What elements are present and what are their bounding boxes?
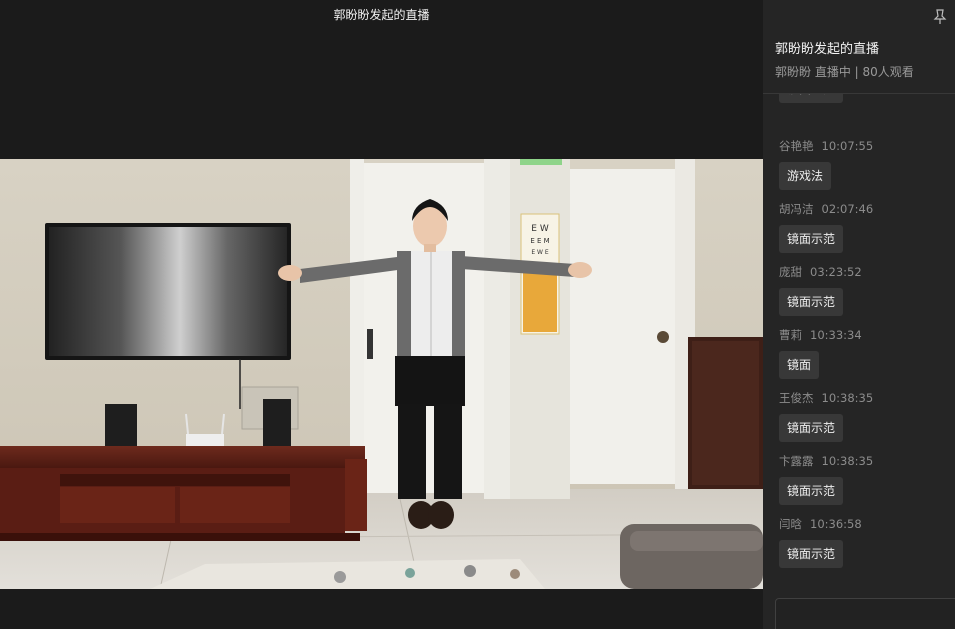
message-user: 闫晗: [779, 517, 802, 531]
chat-panel: 郭盼盼发起的直播 郭盼盼 直播中 | 80人观看 镜面示范 谷艳艳 10:07:5…: [763, 0, 955, 629]
list-item: 胡冯洁 02:07:46 镜面示范: [779, 202, 873, 253]
svg-text:E E M: E E M: [530, 237, 549, 245]
message-meta: 王俊杰 10:38:35: [779, 391, 873, 405]
pin-icon[interactable]: [933, 9, 947, 25]
message-user: 卞露露: [779, 454, 814, 468]
list-item: 曹莉 10:33:34 镜面: [779, 328, 862, 379]
message-list[interactable]: 镜面示范 谷艳艳 10:07:55 游戏法 胡冯洁 02:07:46 镜面示范 庞甜…: [763, 94, 955, 594]
live-video[interactable]: E W E E M E W E: [0, 159, 763, 589]
room-meta: 郭盼盼 直播中 | 80人观看: [775, 65, 914, 79]
message-bubble: 游戏法: [779, 162, 832, 190]
message-meta: 卞露露 10:38:35: [779, 454, 873, 468]
message-bubble: 镜面示范: [779, 94, 844, 103]
message-meta: 谷艳艳 10:07:55: [779, 139, 873, 153]
message-user: 谷艳艳: [779, 139, 814, 153]
message-user: 王俊杰: [779, 391, 814, 405]
video-bottom-bar: [0, 589, 763, 629]
message-time: 10:33:34: [810, 328, 862, 342]
room-title: 郭盼盼发起的直播: [775, 42, 880, 57]
eye-chart-letters: E W: [531, 224, 549, 234]
message-meta: 曹莉 10:33:34: [779, 328, 862, 342]
message-user: 胡冯洁: [779, 202, 814, 216]
message-bubble: 镜面示范: [779, 288, 844, 316]
message-bubble: 镜面示范: [779, 225, 844, 253]
message-user: 曹莉: [779, 328, 802, 342]
video-scene: E W E E M E W E: [0, 159, 763, 589]
message-time: 02:07:46: [821, 202, 874, 216]
message-bubble: 镜面: [779, 351, 820, 379]
message-user: 庞甜: [779, 265, 802, 279]
message-time: 10:38:35: [821, 391, 874, 405]
window-title: 郭盼盼发起的直播: [333, 8, 430, 22]
message-time: 10:36:58: [810, 517, 862, 531]
message-meta: 庞甜 03:23:52: [779, 265, 862, 279]
message-time: 10:38:35: [821, 454, 874, 468]
message-bubble: 镜面示范: [779, 414, 844, 442]
video-area: 郭盼盼发起的直播 E W E E M E W E: [0, 0, 763, 629]
list-item: 卞露露 10:38:35 镜面示范: [779, 454, 873, 505]
list-item: 王俊杰 10:38:35 镜面示范: [779, 391, 873, 442]
svg-text:E W E: E W E: [531, 249, 549, 256]
list-item: 谷艳艳 10:07:55 游戏法: [779, 139, 873, 190]
message-meta: 闫晗 10:36:58: [779, 517, 862, 531]
message-bubble: 镜面示范: [779, 477, 844, 505]
chat-input[interactable]: [775, 598, 955, 629]
list-item: 闫晗 10:36:58 镜面示范: [779, 517, 862, 568]
list-item: 庞甜 03:23:52 镜面示范: [779, 265, 862, 316]
message-time: 10:07:55: [821, 139, 874, 153]
list-item: 镜面示范: [779, 94, 844, 103]
message-bubble: 镜面示范: [779, 540, 844, 568]
message-meta: 胡冯洁 02:07:46: [779, 202, 873, 216]
message-time: 03:23:52: [810, 265, 862, 279]
